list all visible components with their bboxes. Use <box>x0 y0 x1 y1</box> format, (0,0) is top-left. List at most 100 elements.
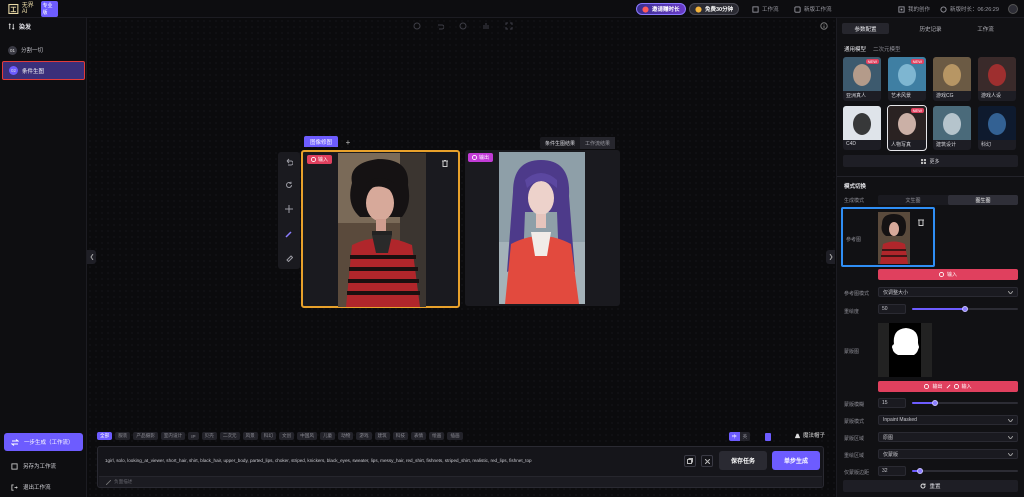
collapse-left-handle[interactable] <box>87 250 96 264</box>
my-works-link[interactable]: 我的创作 <box>898 4 930 14</box>
emoji-icon[interactable] <box>459 22 467 30</box>
model-card[interactable]: 科幻 <box>978 106 1016 150</box>
model-card[interactable]: 人物写真 NEW <box>887 105 927 151</box>
delete-icon[interactable] <box>442 160 448 167</box>
model-card[interactable]: 建筑设计 <box>933 106 971 150</box>
sidebar-item-segment[interactable]: 01 分割一切 <box>2 41 85 59</box>
model-card[interactable]: 亚洲真人 NEW <box>843 57 881 101</box>
magic-hat-button[interactable]: 魔法帽子 <box>794 431 825 439</box>
copy-button[interactable] <box>684 455 696 467</box>
move-icon[interactable] <box>285 205 293 213</box>
collapse-right-handle[interactable] <box>826 250 835 264</box>
fill-select[interactable]: 原图 <box>878 432 1018 442</box>
invite-button[interactable]: 邀请赚时长 <box>636 3 686 15</box>
denoise-value[interactable]: 50 <box>878 304 906 314</box>
model-card[interactable]: 游戏人设 <box>978 57 1016 101</box>
workflow-canvas[interactable] <box>87 18 836 497</box>
prompt-input[interactable]: 1girl, solo, looking_at_viewer, short_ha… <box>105 458 675 464</box>
more-models-button[interactable]: 更多 <box>843 155 1018 167</box>
eraser-icon[interactable] <box>285 254 293 262</box>
reference-input-button[interactable]: 输入 <box>878 269 1018 280</box>
prompt-chip[interactable]: 产品摄影 <box>133 432 158 440</box>
model-card[interactable]: 艺术风景 NEW <box>888 57 926 101</box>
delete-icon[interactable] <box>918 219 924 226</box>
avatar[interactable] <box>1008 4 1018 14</box>
prompt-chip[interactable]: 科技 <box>392 432 408 440</box>
brush-icon[interactable] <box>285 230 293 238</box>
prompt-category-chips: 全部 服装 产品摄影 室内设计 IP 贝壳 二次元 风景 科幻 文创 中国风 儿童 动物 游戏 建筑 科技 表情… <box>97 432 797 441</box>
model-tab-general[interactable]: 通用模型 <box>844 45 866 53</box>
prompt-chip[interactable]: 儿童 <box>319 432 336 440</box>
mode-image-to-image[interactable]: 图生图 <box>948 195 1018 205</box>
language-toggle[interactable]: 中 英 <box>729 432 751 441</box>
one-step-generate-button[interactable]: 一步生成（工作流） <box>4 433 83 451</box>
undo-icon[interactable] <box>285 158 293 166</box>
new-workflow-link[interactable]: 新版工作流 <box>794 4 832 14</box>
prompt-chip[interactable]: 动物 <box>338 432 354 440</box>
prompt-chip[interactable]: 文创 <box>278 432 295 440</box>
mask-mode-select[interactable]: Inpaint Masked <box>878 415 1018 425</box>
rotate-icon[interactable] <box>285 181 293 189</box>
clear-button[interactable] <box>701 455 713 467</box>
pointer-icon[interactable] <box>413 22 421 30</box>
padding-value[interactable]: 32 <box>878 466 906 476</box>
lang-en[interactable]: 英 <box>739 432 751 441</box>
mask-io-button[interactable]: 输出 输入 <box>878 381 1018 392</box>
mode-text-to-image[interactable]: 文生图 <box>878 195 948 205</box>
add-tab-button[interactable]: + <box>343 137 353 147</box>
logo[interactable]: 无界AI 专业版 <box>8 1 58 17</box>
single-step-generate-button[interactable]: 单步生成 <box>772 451 820 470</box>
prompt-chip[interactable]: 服装 <box>115 432 131 440</box>
model-card[interactable]: C4D <box>843 106 881 150</box>
tab-workflow-result[interactable]: 工作流结果 <box>580 137 616 149</box>
prompt-chip[interactable]: 游戏 <box>356 432 372 440</box>
padding-slider[interactable] <box>912 470 1018 472</box>
hand-icon[interactable] <box>482 22 490 30</box>
denoise-slider-thumb[interactable] <box>962 306 968 312</box>
group-tab-image-edit[interactable]: 图像修图 <box>304 136 339 147</box>
fit-screen-icon[interactable] <box>505 22 513 30</box>
lang-zh[interactable]: 中 <box>729 432 740 441</box>
reference-image-box[interactable]: 参考图 <box>841 207 935 267</box>
negative-prompt-input[interactable]: 负面描述 <box>99 476 822 487</box>
tab-history[interactable]: 历史记录 <box>907 23 954 34</box>
mask-blur-value[interactable]: 15 <box>878 398 906 408</box>
pro-badge: 专业版 <box>40 1 58 17</box>
toggle-indicator[interactable] <box>765 432 771 441</box>
reset-button[interactable]: 重置 <box>843 480 1018 492</box>
prompt-chip[interactable]: 风景 <box>242 432 258 440</box>
model-card[interactable]: 游戏CG <box>933 57 971 101</box>
tab-conditional-result[interactable]: 条件生图结果 <box>540 137 580 149</box>
mask-blur-slider[interactable] <box>912 402 1018 404</box>
prompt-chip[interactable]: 插画 <box>447 432 463 440</box>
tab-params[interactable]: 参数配置 <box>842 23 889 34</box>
workflow-link[interactable]: 工作流 <box>752 4 779 14</box>
tab-workflow[interactable]: 工作流 <box>962 23 1009 34</box>
save-task-button[interactable]: 保存任务 <box>719 451 767 470</box>
input-icon <box>311 157 316 162</box>
prompt-chip[interactable]: 建筑 <box>374 432 390 440</box>
area-select[interactable]: 仅蒙版 <box>878 449 1018 459</box>
save-as-workflow-button[interactable]: 另存为工作流 <box>4 457 83 475</box>
prompt-chip[interactable]: IP <box>188 432 199 440</box>
info-icon[interactable] <box>820 22 828 30</box>
prompt-chip[interactable]: 贝壳 <box>201 432 217 440</box>
model-tab-anime[interactable]: 二次元模型 <box>873 45 901 53</box>
prompt-chip[interactable]: 全部 <box>97 432 113 440</box>
prompt-chip[interactable]: 二次元 <box>219 432 240 440</box>
undo-icon[interactable] <box>436 22 444 30</box>
exit-workflow-button[interactable]: 退出工作流 <box>4 478 83 496</box>
free-time-button[interactable]: 免费30分钟 <box>689 3 740 15</box>
prompt-chip[interactable]: 表情 <box>410 432 427 440</box>
prompt-chip[interactable]: 中国风 <box>297 432 317 440</box>
prompt-chip[interactable]: 室内设计 <box>160 432 186 440</box>
sidebar-item-conditional[interactable]: 02 条件生图 <box>2 61 85 80</box>
input-node[interactable]: 输入 <box>301 150 460 308</box>
area-label: 重绘区域 <box>844 453 865 459</box>
prompt-chip[interactable]: 科幻 <box>260 432 276 440</box>
ref-mode-select[interactable]: 仅调整大小 <box>878 287 1018 297</box>
model-card-label: 游戏CG <box>936 93 954 99</box>
output-node[interactable]: 输出 <box>465 150 620 306</box>
prompt-chip[interactable]: 绘画 <box>429 432 445 440</box>
step-number: 01 <box>8 45 17 55</box>
